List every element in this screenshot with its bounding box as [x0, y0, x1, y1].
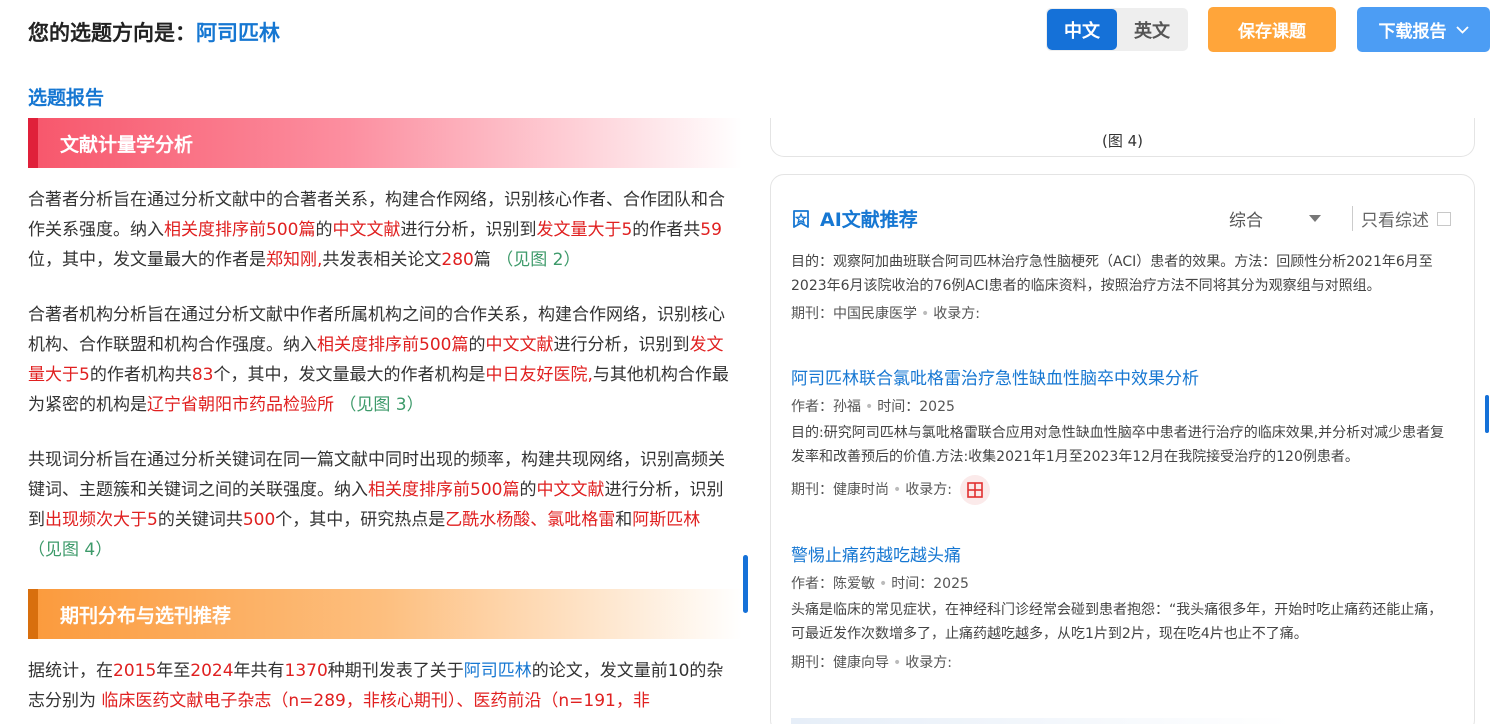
list-item[interactable]: 警惕止痛药越吃越头痛 作者：陈爱敏 • 时间：2025 头痛是临床的常见症状，在神经…	[791, 544, 1456, 674]
next-item-peek	[791, 718, 1291, 724]
caret-down-icon	[1309, 215, 1321, 222]
figure-4-link[interactable]: （见图 4）	[28, 540, 112, 560]
review-only-label: 只看综述	[1361, 211, 1429, 231]
lang-en-button[interactable]: 英文	[1117, 9, 1187, 50]
institution-paragraph: 合著者机构分析旨在通过分析文献中作者所属机构之间的合作关系，构建合作网络，识别核…	[28, 305, 729, 415]
review-only-toggle[interactable]: 只看综述	[1352, 206, 1451, 231]
ai-recommend-header: AI文献推荐 综合 只看综述	[791, 205, 1461, 231]
item-journal: 期刊： 健康向导 • 收录方:	[791, 655, 952, 671]
item-meta: 作者：陈爱敏 • 时间：2025	[791, 576, 969, 592]
right-scrollbar[interactable]	[1485, 395, 1489, 433]
title-prefix: 您的选题方向是：	[28, 21, 196, 45]
lang-zh-button[interactable]: 中文	[1047, 9, 1117, 50]
figure-3-link[interactable]: （见图 3）	[339, 395, 423, 415]
item-journal: 期刊： 健康时尚 • 收录方:	[791, 475, 1456, 505]
list-item[interactable]: 阿司匹林联合氯吡格雷治疗急性缺血性脑卒中效果分析 作者：孙福 • 时间：2025 目…	[791, 367, 1456, 505]
coauthor-paragraph: 合著者分析旨在通过分析文献中的合著者关系，构建合作网络，识别核心作者、合作团队和…	[28, 190, 725, 270]
review-only-checkbox[interactable]	[1437, 211, 1451, 226]
report-tab-label[interactable]: 选题报告	[28, 83, 104, 110]
indexed-database-icon	[959, 475, 990, 505]
page-title: 您的选题方向是：阿司匹林	[28, 17, 280, 47]
item-meta: 作者：孙福 • 时间：2025	[791, 399, 955, 415]
download-report-button[interactable]: 下载报告	[1357, 7, 1490, 52]
item-title[interactable]: 警惕止痛药越吃越头痛	[791, 544, 1456, 568]
save-topic-label: 保存课题	[1238, 22, 1306, 42]
recommend-icon	[793, 209, 809, 228]
journal-distribution-paragraph: 据统计，在2015年至2024年共有1370种期刊发表了关于阿司匹林的论文，发文…	[28, 661, 724, 711]
item-abstract: 头痛是临床的常见症状，在神经科门诊经常会碰到患者抱怨：“我头痛很多年，开始时吃止…	[791, 602, 1443, 642]
ai-recommend-card: AI文献推荐 综合 只看综述 目的：观察阿加曲班联合阿司匹林治疗急性脑梗死（AC…	[770, 174, 1475, 724]
keyword-paragraph: 共现词分析旨在通过分析关键词在同一篇文献中同时出现的频率，构建共现网络，识别高频…	[28, 450, 725, 560]
item-title[interactable]: 阿司匹林联合氯吡格雷治疗急性缺血性脑卒中效果分析	[791, 367, 1456, 391]
ai-recommend-title: AI文献推荐	[791, 205, 918, 232]
report-content[interactable]: 文献计量学分析 合著者分析旨在通过分析文献中的合著者关系，构建合作网络，识别核心…	[0, 118, 748, 724]
save-topic-button[interactable]: 保存课题	[1208, 7, 1336, 52]
item-abstract: 目的:研究阿司匹林与氯吡格雷联合应用对急性缺血性脑卒中患者进行治疗的临床效果,并…	[791, 425, 1445, 465]
section-title: 文献计量学分析	[60, 133, 194, 156]
chevron-down-icon	[1455, 25, 1469, 34]
download-report-label: 下载报告	[1378, 22, 1447, 42]
figure-2-link[interactable]: （见图 2）	[496, 250, 580, 270]
section-header-bibliometrics: 文献计量学分析	[28, 118, 742, 168]
sort-value: 综合	[1229, 211, 1263, 231]
item-abstract: 目的：观察阿加曲班联合阿司匹林治疗急性脑梗死（ACI）患者的效果。方法：回顾性分…	[791, 254, 1433, 294]
left-scrollbar[interactable]	[743, 555, 748, 613]
figure-card: (图 4)	[770, 118, 1475, 157]
list-item[interactable]: 目的：观察阿加曲班联合阿司匹林治疗急性脑梗死（ACI）患者的效果。方法：回顾性分…	[791, 250, 1456, 325]
topic-name: 阿司匹林	[196, 21, 280, 45]
sort-select[interactable]: 综合	[1229, 206, 1321, 231]
figure-caption: (图 4)	[1101, 132, 1144, 150]
item-journal: 期刊： 中国民康医学 • 收录方:	[791, 306, 980, 322]
section-header-journals: 期刊分布与选刊推荐	[28, 589, 742, 639]
report-page: 您的选题方向是：阿司匹林 中文 英文 保存课题 下载报告 选题报告 文献计量学分…	[0, 0, 1512, 724]
language-toggle: 中文 英文	[1046, 8, 1188, 51]
section-title: 期刊分布与选刊推荐	[60, 604, 232, 627]
